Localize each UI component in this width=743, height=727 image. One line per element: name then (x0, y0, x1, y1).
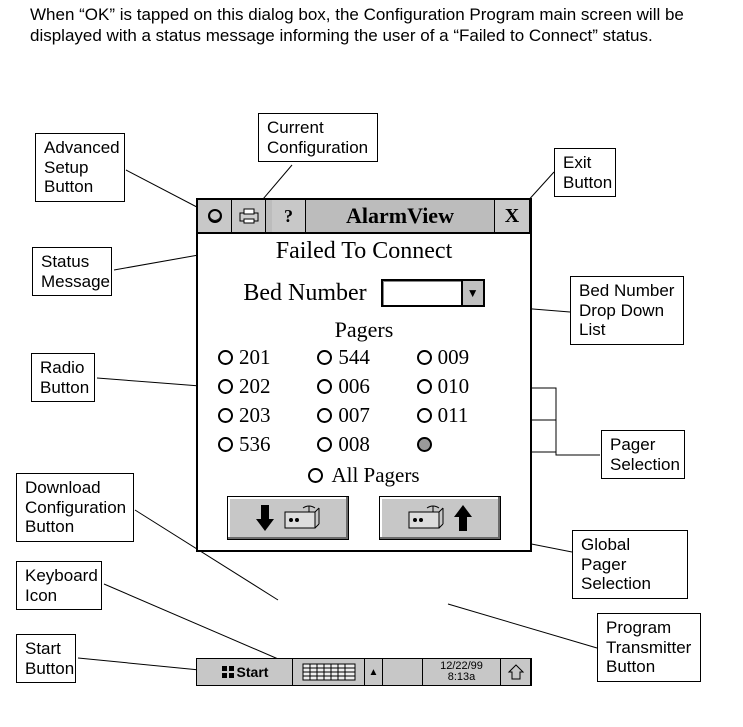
advanced-setup-button[interactable] (198, 200, 232, 232)
all-pagers-option[interactable]: All Pagers (198, 463, 530, 488)
bed-number-label: Bed Number (243, 280, 366, 307)
device-screen: ? AlarmView X Failed To Connect Bed Numb… (196, 198, 532, 552)
start-button[interactable]: Start (197, 659, 293, 685)
keyboard-arrow[interactable]: ▲ (365, 659, 383, 685)
pager-label: 007 (338, 403, 370, 428)
callout-download-cfg: Download Configuration Button (16, 473, 134, 542)
callout-status-message: Status Message (32, 247, 112, 296)
arrow-down-icon (255, 503, 275, 533)
taskbar-clock: 12/22/99 8:13a (423, 659, 501, 685)
start-flag-icon (221, 665, 235, 679)
pager-option[interactable]: 202 (218, 374, 311, 399)
callout-global-pager: Global Pager Selection (572, 530, 688, 599)
taskbar-time: 8:13a (448, 672, 476, 683)
help-button[interactable]: ? (272, 200, 306, 232)
pager-label: 010 (438, 374, 470, 399)
callout-pager-selection: Pager Selection (601, 430, 685, 479)
arrow-up-icon (453, 503, 473, 533)
pager-label: 203 (239, 403, 271, 428)
pager-option[interactable]: 203 (218, 403, 311, 428)
start-label: Start (237, 664, 269, 680)
titlebar: ? AlarmView X (198, 200, 530, 234)
radio-icon (417, 350, 432, 365)
pager-option[interactable]: 536 (218, 432, 311, 457)
device-icon (407, 504, 445, 532)
pager-option[interactable]: 201 (218, 345, 311, 370)
program-transmitter-button[interactable] (379, 496, 501, 540)
radio-icon (317, 408, 332, 423)
taskbar: Start ▲ 12/22/99 8:13a (196, 658, 532, 686)
keyboard-icon (302, 663, 356, 681)
pager-label: 536 (239, 432, 271, 457)
taskbar-spacer (383, 659, 423, 685)
all-pagers-label: All Pagers (331, 463, 419, 488)
radio-icon (317, 350, 332, 365)
device-icon (283, 504, 321, 532)
radio-icon (218, 379, 233, 394)
callout-start-button: Start Button (16, 634, 76, 683)
help-icon: ? (280, 206, 298, 226)
callout-radio-button: Radio Button (31, 353, 95, 402)
intro-paragraph: When “OK” is tapped on this dialog box, … (30, 4, 720, 47)
chevron-down-icon: ▼ (461, 279, 485, 307)
pager-label: 202 (239, 374, 271, 399)
printer-icon (239, 208, 259, 224)
callout-advanced-setup: Advanced Setup Button (35, 133, 125, 202)
radio-icon (218, 408, 233, 423)
radio-icon (417, 408, 432, 423)
bed-number-value (381, 279, 461, 307)
pager-label: 544 (338, 345, 370, 370)
pager-option[interactable]: 010 (417, 374, 510, 399)
pager-option[interactable]: 544 (317, 345, 410, 370)
radio-icon (417, 379, 432, 394)
svg-text:?: ? (284, 206, 293, 226)
radio-icon (218, 350, 233, 365)
pager-option-empty[interactable] (417, 432, 510, 457)
transfer-buttons (198, 488, 530, 550)
pagers-grid: 201 544 009 202 006 010 203 007 011 536 … (198, 345, 530, 457)
radio-icon (417, 437, 432, 452)
pager-option[interactable]: 011 (417, 403, 510, 428)
circle-icon (208, 209, 222, 223)
current-config-button[interactable] (232, 200, 266, 232)
pager-label: 201 (239, 345, 271, 370)
bed-number-dropdown[interactable]: ▼ (381, 279, 485, 307)
pager-option[interactable]: 008 (317, 432, 410, 457)
radio-icon (218, 437, 233, 452)
desktop-button[interactable] (501, 659, 531, 685)
app-title: AlarmView (306, 200, 494, 232)
pager-option[interactable]: 007 (317, 403, 410, 428)
callout-current-config: Current Configuration (258, 113, 378, 162)
pagers-heading: Pagers (198, 317, 530, 343)
callout-exit-button: Exit Button (554, 148, 616, 197)
callout-keyboard-icon: Keyboard Icon (16, 561, 102, 610)
status-message: Failed To Connect (198, 238, 530, 265)
pager-label: 006 (338, 374, 370, 399)
radio-icon (308, 468, 323, 483)
radio-icon (317, 437, 332, 452)
keyboard-button[interactable] (293, 659, 365, 685)
home-icon (507, 663, 525, 681)
callout-bed-dropdown: Bed Number Drop Down List (570, 276, 684, 345)
pager-label: 009 (438, 345, 470, 370)
pager-option[interactable]: 006 (317, 374, 410, 399)
radio-icon (317, 379, 332, 394)
exit-button[interactable]: X (494, 200, 530, 232)
pager-label: 008 (338, 432, 370, 457)
pager-option[interactable]: 009 (417, 345, 510, 370)
pager-label: 011 (438, 403, 469, 428)
bed-number-row: Bed Number ▼ (198, 279, 530, 307)
close-icon: X (505, 205, 519, 228)
download-config-button[interactable] (227, 496, 349, 540)
callout-program-tx: Program Transmitter Button (597, 613, 701, 682)
